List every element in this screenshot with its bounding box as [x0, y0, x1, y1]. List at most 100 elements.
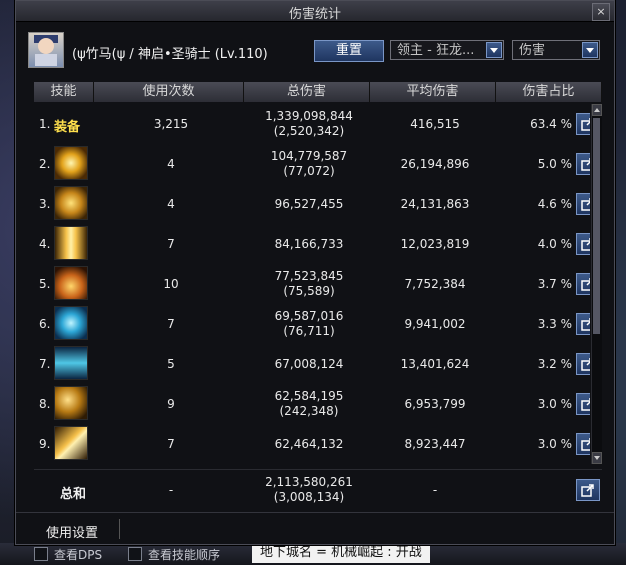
table-row[interactable]: 9. 7 62,464,132 8,923,447 3.0 %: [34, 424, 590, 464]
uses-count: 5: [167, 356, 175, 371]
rank: 3.: [39, 197, 51, 211]
uses-count: 9: [167, 396, 175, 411]
total-average: -: [432, 482, 438, 497]
total-damage-cell: 96,527,455: [246, 184, 372, 224]
avatar: [28, 32, 64, 68]
damage-share: 3.2 %: [537, 357, 572, 371]
share-icon: [581, 278, 590, 291]
table-row[interactable]: 7. 5 67,008,124 13,401,624 3.2 %: [34, 344, 590, 384]
col-skill[interactable]: 技能: [34, 82, 94, 102]
close-button[interactable]: ×: [592, 3, 610, 21]
share-button[interactable]: [576, 313, 590, 335]
average-damage: 26,194,896: [400, 156, 470, 171]
show-dps-checkbox[interactable]: [34, 547, 48, 561]
average-damage: 24,131,863: [400, 196, 470, 211]
ice-spikes-skill-icon: [54, 346, 88, 380]
total-damage: 77,523,845: [274, 269, 344, 283]
total-row: 总和 - 2,113,580,261 (3,008,134) -: [34, 469, 602, 510]
holy-burst-skill-icon: [54, 146, 88, 180]
share-icon: [581, 484, 594, 497]
divider: [119, 519, 120, 539]
share-button[interactable]: [576, 193, 590, 215]
share-button[interactable]: [576, 433, 590, 455]
damage-share: 3.3 %: [537, 317, 572, 331]
table-row[interactable]: 2. 4 104,779,587 (77,072) 26,194,896 5.0…: [34, 144, 590, 184]
target-dropdown[interactable]: 领主 - 狂龙...: [390, 40, 504, 60]
scroll-up-icon[interactable]: [592, 104, 602, 116]
flame-wings-skill-icon: [54, 266, 88, 300]
share-button[interactable]: [576, 353, 590, 375]
total-damage: 69,587,016: [274, 309, 344, 323]
table-row[interactable]: 3. 4 96,527,455 24,131,863 4.6 %: [34, 184, 590, 224]
total-damage: 2,113,580,261: [265, 475, 353, 489]
table-body: 1. 装备 3,215 1,339,098,844 (2,520,342) 41…: [34, 104, 590, 464]
total-damage-cell: 67,008,124: [246, 344, 372, 384]
header: (ψ竹马(ψ / 神启•圣骑士 (Lv.110) 重置 领主 - 狂龙... 伤…: [16, 22, 614, 78]
total-uses: -: [168, 482, 174, 497]
table-header: 技能 使用次数 总伤害 平均伤害 伤害占比: [34, 82, 602, 102]
share-icon: [581, 438, 590, 451]
title-bar[interactable]: 伤害统计 ×: [16, 1, 614, 22]
show-skill-order-checkbox[interactable]: [128, 547, 142, 561]
uses-count: 7: [167, 236, 175, 251]
average-damage: 13,401,624: [400, 356, 470, 371]
share-button[interactable]: [576, 479, 600, 501]
share-icon: [581, 198, 590, 211]
share-icon: [581, 158, 590, 171]
footer: 使用设置: [16, 512, 614, 543]
pillar-light-skill-icon: [54, 226, 88, 260]
table-row[interactable]: 1. 装备 3,215 1,339,098,844 (2,520,342) 41…: [34, 104, 590, 144]
chevron-down-icon[interactable]: [486, 42, 502, 58]
col-average-damage[interactable]: 平均伤害: [370, 82, 496, 102]
share-button[interactable]: [576, 233, 590, 255]
chevron-down-icon[interactable]: [582, 42, 598, 58]
uses-count: 10: [163, 276, 179, 291]
col-total-damage[interactable]: 总伤害: [244, 82, 370, 102]
average-damage: 12,023,819: [400, 236, 470, 251]
total-damage: 104,779,587: [270, 149, 348, 163]
share-icon: [581, 398, 590, 411]
table-row[interactable]: 8. 9 62,584,195 (242,348) 6,953,799 3.0 …: [34, 384, 590, 424]
table-row[interactable]: 6. 7 69,587,016 (76,711) 9,941,002 3.3 %: [34, 304, 590, 344]
rank: 9.: [39, 437, 51, 451]
total-damage-cell: 69,587,016 (76,711): [246, 304, 372, 344]
share-button[interactable]: [576, 113, 590, 135]
golden-hammer-skill-icon: [54, 386, 88, 420]
total-damage: 1,339,098,844: [265, 109, 353, 123]
damage-share: 5.0 %: [537, 157, 572, 171]
rank: 8.: [39, 397, 51, 411]
damage-share: 3.7 %: [537, 277, 572, 291]
character-name: (ψ竹马(ψ / 神启•圣骑士 (Lv.110): [72, 47, 268, 62]
reset-button[interactable]: 重置: [314, 40, 384, 62]
mode-dropdown[interactable]: 伤害: [512, 40, 600, 60]
total-damage-sub: (3,008,134): [273, 490, 345, 504]
scroll-down-icon[interactable]: [592, 452, 602, 464]
average-damage: 9,941,002: [404, 316, 466, 331]
total-damage-cell: 77,523,845 (75,589): [246, 264, 372, 304]
rank: 4.: [39, 237, 51, 251]
share-button[interactable]: [576, 273, 590, 295]
scrollbar[interactable]: [591, 104, 602, 464]
col-uses[interactable]: 使用次数: [94, 82, 244, 102]
total-damage-sub: (2,520,342): [273, 124, 345, 138]
scroll-thumb[interactable]: [593, 118, 600, 334]
share-icon: [581, 358, 590, 371]
share-button[interactable]: [576, 153, 590, 175]
total-damage: 84,166,733: [274, 236, 344, 251]
use-settings-tab[interactable]: 使用设置: [46, 522, 98, 541]
total-label: 总和: [60, 487, 87, 502]
col-damage-share[interactable]: 伤害占比: [496, 82, 602, 102]
total-damage-cell: 84,166,733: [246, 224, 372, 264]
uses-count: 7: [167, 316, 175, 331]
share-icon: [581, 238, 590, 251]
table-row[interactable]: 5. 10 77,523,845 (75,589) 7,752,384 3.7 …: [34, 264, 590, 304]
table-row[interactable]: 4. 7 84,166,733 12,023,819 4.0 %: [34, 224, 590, 264]
total-damage-sub: (77,072): [283, 164, 335, 178]
total-damage-cell: 104,779,587 (77,072): [246, 144, 372, 184]
rank: 1.: [39, 117, 51, 131]
total-damage-sub: (242,348): [279, 404, 339, 418]
share-button[interactable]: [576, 393, 590, 415]
damage-share: 4.6 %: [537, 197, 572, 211]
total-damage-cell: 2,113,580,261 (3,008,134): [246, 470, 372, 510]
uses-count: 4: [167, 156, 175, 171]
